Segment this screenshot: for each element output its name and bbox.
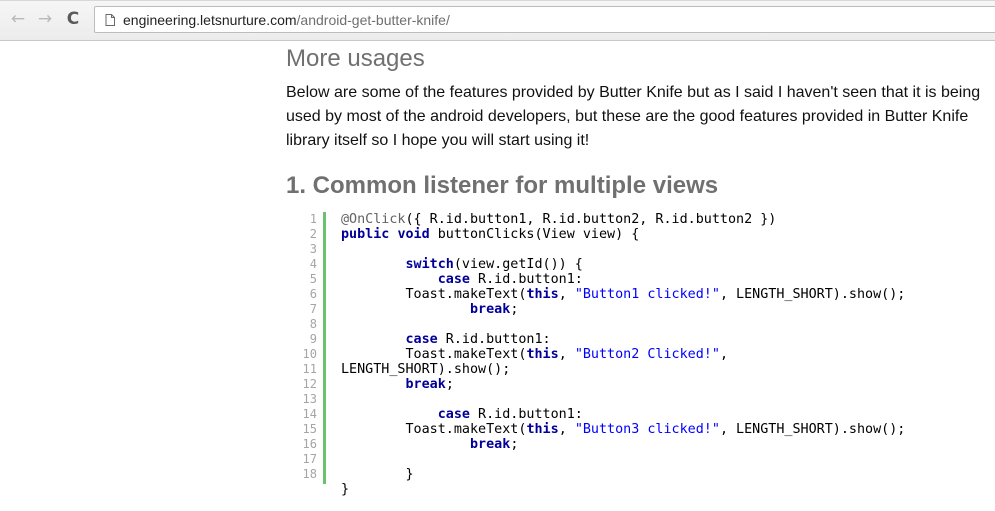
code-text: , [558, 422, 575, 437]
code-text: , [558, 347, 575, 362]
code-string: "Button2 Clicked!" [574, 347, 720, 362]
line-number: 6 [309, 287, 317, 301]
code-string: "Button3 clicked!" [574, 422, 720, 437]
line-number: 14 [302, 407, 317, 421]
code-text: , LENGTH_SHORT).show(); [719, 287, 906, 302]
line-number: 15 [302, 422, 317, 436]
line-number: 11 [302, 362, 317, 376]
line-number: 9 [309, 332, 317, 346]
code-text: ; [510, 437, 519, 452]
code-line: case R.id.button1: [341, 332, 905, 347]
code-keyword: break [405, 377, 446, 392]
code-keyword: case [437, 272, 470, 287]
code-text: (view.getId()) { [453, 257, 583, 272]
line-number: 4 [309, 257, 317, 271]
line-number-gutter: 1 2 3 4 5 6 7 8 9 10 11 12 13 14 15 16 17 18 [300, 212, 317, 482]
subheading: 1. Common listener for multiple views [286, 172, 719, 199]
code-text: ; [445, 377, 454, 392]
line-number: 5 [309, 272, 317, 286]
code-line: break; [341, 302, 905, 317]
back-button[interactable]: ← [7, 8, 29, 30]
code-text: , LENGTH_SHORT).show(); [719, 422, 906, 437]
code-text: ({ R.id.button1, R.id.button2, R.id.butt… [405, 212, 777, 227]
code-line: case R.id.button1: [341, 272, 905, 287]
line-number: 18 [302, 467, 317, 481]
code-text: LENGTH_SHORT).show(); [341, 362, 511, 377]
code-line: Toast.makeText(this, "Button1 clicked!",… [341, 287, 905, 302]
line-number: 17 [302, 452, 317, 466]
line-number: 10 [302, 347, 317, 361]
section-heading: More usages [286, 45, 425, 72]
forward-button[interactable]: → [34, 8, 56, 30]
code-text: R.id.button1: [437, 332, 551, 347]
code-keyword: this [526, 347, 559, 362]
page-icon [99, 9, 121, 31]
code-text: Toast.makeText( [341, 347, 527, 362]
code-keyword: void [397, 227, 430, 242]
code-keyword: this [526, 422, 559, 437]
line-number: 3 [309, 242, 317, 256]
browser-toolbar: ← → C engineering.letsnurture.com/androi… [0, 0, 995, 41]
code-line: switch(view.getId()) { [341, 257, 905, 272]
code-line: public void buttonClicks(View view) { [341, 227, 905, 242]
line-number: 7 [309, 302, 317, 316]
code-text: , [558, 287, 575, 302]
line-number: 12 [302, 377, 317, 391]
code-keyword: public [341, 227, 390, 242]
line-number: 1 [309, 212, 317, 226]
code-line: Toast.makeText(this, "Button3 clicked!",… [341, 422, 905, 437]
line-number: 16 [302, 437, 317, 451]
code-text: Toast.makeText( [341, 287, 527, 302]
url-path: /android-get-butter-knife/ [296, 11, 450, 28]
code-line: } [341, 467, 905, 482]
reload-button[interactable]: C [62, 8, 84, 30]
code-line: } [341, 482, 905, 497]
toolbar-top-border [0, 0, 995, 1]
code-line: break; [341, 377, 905, 392]
code-keyword: case [437, 407, 470, 422]
intro-paragraph: Below are some of the features provided … [286, 84, 981, 149]
code-keyword: break [470, 437, 511, 452]
address-bar[interactable]: engineering.letsnurture.com/android-get-… [94, 6, 995, 33]
code-text: Toast.makeText( [341, 422, 527, 437]
code-text: } [341, 482, 350, 497]
url-text[interactable]: engineering.letsnurture.com/android-get-… [123, 12, 450, 28]
code-string: "Button1 clicked!" [574, 287, 720, 302]
line-number: 8 [309, 317, 317, 331]
code-lines: @OnClick({ R.id.button1, R.id.button2, R… [341, 212, 905, 497]
code-line: LENGTH_SHORT).show(); [341, 362, 905, 377]
gutter-bar [323, 212, 326, 484]
line-number: 2 [309, 227, 317, 241]
code-text: R.id.button1: [470, 407, 583, 422]
code-line: @OnClick({ R.id.button1, R.id.button2, R… [341, 212, 905, 227]
code-text: buttonClicks(View view) { [429, 227, 640, 242]
code-annotation: @OnClick [341, 212, 406, 227]
code-keyword: break [470, 302, 511, 317]
code-line: break; [341, 437, 905, 452]
code-keyword: this [526, 287, 559, 302]
code-text: R.id.button1: [470, 272, 583, 287]
code-keyword: case [405, 332, 438, 347]
code-text: ; [510, 302, 519, 317]
code-text: , [719, 347, 728, 362]
line-number: 13 [302, 392, 317, 406]
code-line: case R.id.button1: [341, 407, 905, 422]
code-keyword: switch [405, 257, 454, 272]
code-text: } [341, 467, 414, 482]
url-domain: engineering.letsnurture.com [123, 11, 297, 28]
code-block: 1 2 3 4 5 6 7 8 9 10 11 12 13 14 15 16 17 18 @OnClick({ R… [300, 212, 995, 502]
code-line: Toast.makeText(this, "Button2 Clicked!", [341, 347, 905, 362]
